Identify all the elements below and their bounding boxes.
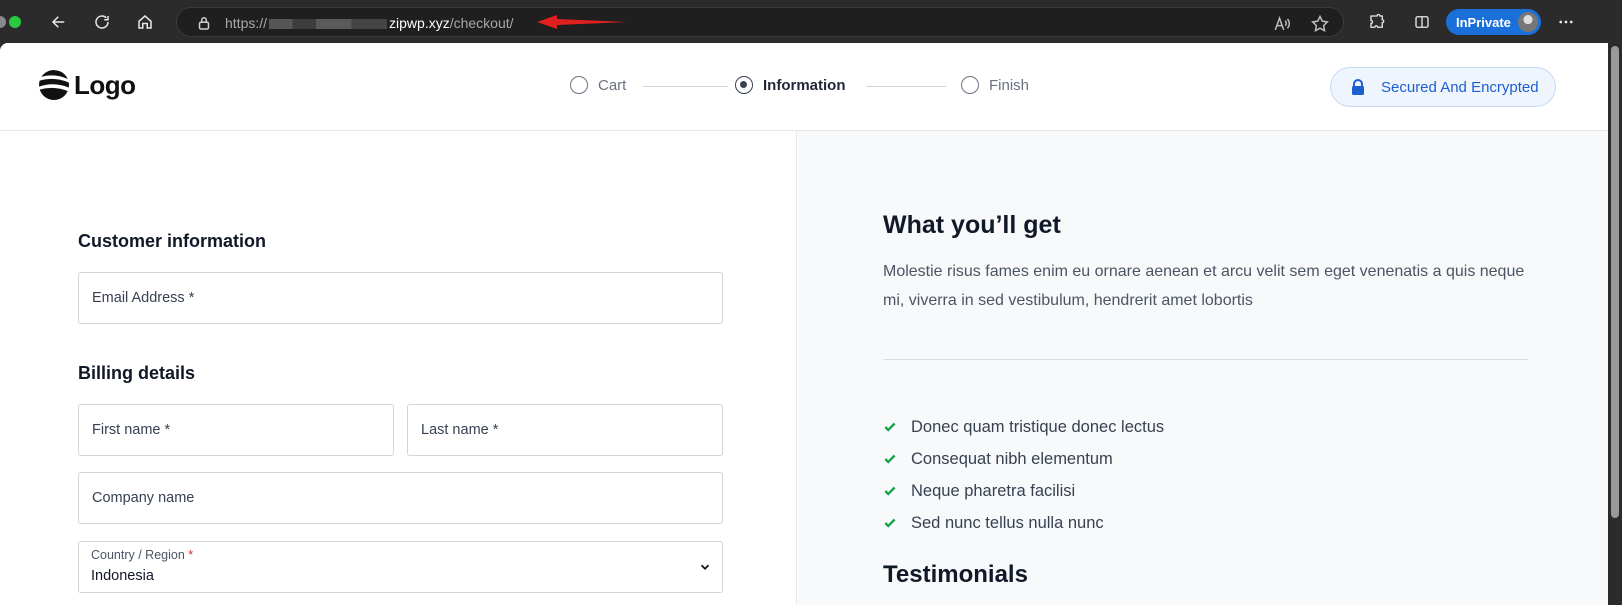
required-asterisk: * xyxy=(188,548,194,562)
check-icon xyxy=(884,486,896,496)
list-item: Sed nunc tellus nulla nunc xyxy=(883,507,1164,539)
split-screen-button[interactable] xyxy=(1408,8,1436,36)
last-name-field[interactable]: Last name * xyxy=(407,404,723,456)
order-summary-panel: What you’ll get Molestie risus fames eni… xyxy=(798,131,1608,605)
step-label: Finish xyxy=(989,76,1030,94)
puzzle-icon xyxy=(1370,13,1385,28)
url-prefix: https:// xyxy=(225,15,268,31)
lock-icon xyxy=(198,17,210,30)
arrow-left-icon xyxy=(51,16,65,28)
inprivate-profile-button[interactable]: InPrivate xyxy=(1446,9,1541,35)
logo[interactable]: Logo xyxy=(38,69,136,101)
first-name-label: First name * xyxy=(92,422,171,438)
country-select[interactable]: Country / Region * Indonesia xyxy=(78,541,723,593)
window-maximize-button[interactable] xyxy=(9,16,21,28)
step-label: Information xyxy=(763,76,846,94)
step-label: Cart xyxy=(598,76,627,94)
check-icon xyxy=(884,422,896,432)
url-domain: zipwp.xyz xyxy=(389,15,450,31)
address-bar[interactable]: https:// zipwp.xyz/checkout/ xyxy=(176,7,1344,37)
url-redacted-segment xyxy=(269,19,388,30)
refresh-icon xyxy=(95,15,109,29)
country-label-text: Country / Region xyxy=(91,548,185,562)
checkout-form: Customer information Email Address * Bil… xyxy=(0,131,797,605)
benefit-text: Consequat nibh elementum xyxy=(911,449,1113,468)
home-button[interactable] xyxy=(131,8,159,36)
back-button[interactable] xyxy=(45,8,73,36)
secured-label: Secured And Encrypted xyxy=(1381,78,1539,96)
step-information[interactable]: Information xyxy=(735,76,846,94)
benefit-text: Donec quam tristique donec lectus xyxy=(911,417,1165,436)
chevron-down-icon xyxy=(700,564,710,570)
extensions-button[interactable] xyxy=(1363,8,1391,36)
check-icon xyxy=(884,454,896,464)
scrollbar-thumb[interactable] xyxy=(1611,46,1619,518)
step-connector xyxy=(866,86,946,87)
first-name-field[interactable]: First name * xyxy=(78,404,394,456)
checkout-header: Logo Cart Information Finish Secured And… xyxy=(0,43,1608,131)
read-aloud-icon[interactable] xyxy=(1272,14,1292,34)
url-path: /checkout/ xyxy=(449,15,514,31)
refresh-button[interactable] xyxy=(88,8,116,36)
email-label: Email Address * xyxy=(92,290,195,306)
logo-text: Logo xyxy=(74,69,136,100)
summary-title: What you’ll get xyxy=(883,211,1061,239)
more-menu-button[interactable] xyxy=(1552,8,1580,36)
checkout-page: Logo Cart Information Finish Secured And… xyxy=(0,43,1608,605)
benefit-text: Neque pharetra facilisi xyxy=(911,481,1076,500)
step-connector xyxy=(643,86,728,87)
step-finish[interactable]: Finish xyxy=(961,76,1029,94)
check-icon xyxy=(884,518,896,528)
step-radio-icon xyxy=(570,76,588,94)
step-radio-icon xyxy=(961,76,979,94)
list-item: Neque pharetra facilisi xyxy=(883,475,1164,507)
logo-mark-icon xyxy=(39,70,69,100)
split-screen-icon xyxy=(1415,16,1429,28)
window-control-button[interactable] xyxy=(0,16,6,28)
annotation-arrow-icon xyxy=(537,15,627,29)
list-item: Consequat nibh elementum xyxy=(883,443,1164,475)
email-field[interactable]: Email Address * xyxy=(78,272,723,324)
favorite-star-icon[interactable] xyxy=(1310,14,1330,34)
country-label: Country / Region * xyxy=(91,548,193,562)
company-name-label: Company name xyxy=(92,490,195,506)
url-text: https:// zipwp.xyz/checkout/ xyxy=(225,15,514,31)
step-radio-selected-icon xyxy=(735,76,753,94)
last-name-label: Last name * xyxy=(421,422,499,438)
benefits-list: Donec quam tristique donec lectus Conseq… xyxy=(883,411,1164,539)
avatar xyxy=(1518,12,1538,32)
company-name-field[interactable]: Company name xyxy=(78,472,723,524)
divider xyxy=(883,359,1528,360)
padlock-icon xyxy=(1352,79,1364,95)
summary-description: Molestie risus fames enim eu ornare aene… xyxy=(883,263,1525,309)
list-item: Donec quam tristique donec lectus xyxy=(883,411,1164,443)
country-value: Indonesia xyxy=(91,568,154,584)
customer-info-title: Customer information xyxy=(78,231,267,251)
browser-toolbar: https:// zipwp.xyz/checkout/ InPrivate xyxy=(0,0,1622,43)
secured-badge: Secured And Encrypted xyxy=(1330,67,1556,107)
billing-details-title: Billing details xyxy=(78,363,196,383)
step-cart[interactable]: Cart xyxy=(570,76,626,94)
benefit-text: Sed nunc tellus nulla nunc xyxy=(911,513,1104,532)
inprivate-label: InPrivate xyxy=(1456,15,1511,30)
more-dots-icon xyxy=(1559,20,1573,24)
testimonials-title: Testimonials xyxy=(883,561,1028,588)
home-icon xyxy=(138,15,152,29)
